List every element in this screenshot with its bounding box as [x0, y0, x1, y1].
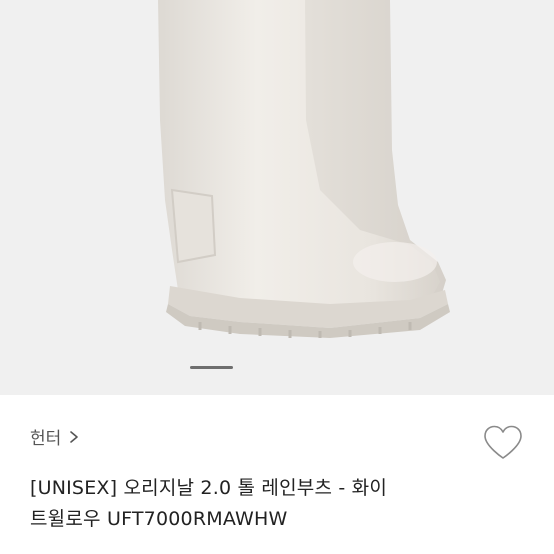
carousel-indicator-active[interactable]: [190, 366, 233, 369]
product-title-line-2: 트윌로우 UFT7000RMAWHW: [30, 508, 288, 530]
product-image[interactable]: [0, 0, 554, 395]
product-title-line-1: [UNISEX] 오리지날 2.0 톨 레인부츠 - 화이: [30, 477, 388, 499]
like-button[interactable]: [482, 424, 524, 462]
heart-outline-icon: [484, 425, 522, 459]
brand-link[interactable]: 헌터: [30, 424, 81, 449]
chevron-right-icon: [70, 430, 79, 443]
brand-name: 헌터: [30, 429, 62, 449]
product-title: [UNISEX] 오리지날 2.0 톨 레인부츠 - 화이 트윌로우 UFT70…: [30, 473, 530, 535]
product-info: 헌터 [UNISEX] 오리지날 2.0 톨 레인부츠 - 화이 트윌로우 UF…: [0, 395, 554, 554]
rain-boot-illustration: [158, 0, 450, 338]
product-detail-page: 헌터 [UNISEX] 오리지날 2.0 톨 레인부츠 - 화이 트윌로우 UF…: [0, 0, 554, 554]
